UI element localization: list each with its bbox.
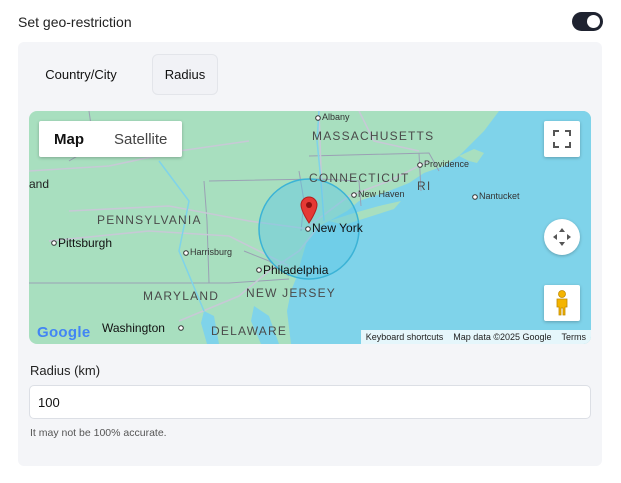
- map-attribution: Keyboard shortcuts Map data ©2025 Google…: [360, 330, 592, 344]
- map-label-harrisburg: Harrisburg: [190, 247, 233, 257]
- geo-restriction-screen: Set geo-restriction Country/City Radius: [0, 0, 621, 483]
- map-data-text: Map data ©2025 Google: [453, 332, 552, 342]
- map-label-new-haven: New Haven: [358, 189, 405, 199]
- map-label-delaware: DELAWARE: [211, 324, 288, 338]
- geo-restriction-toggle[interactable]: [572, 12, 603, 31]
- street-view-pegman-icon: [556, 290, 568, 316]
- tab-country-city[interactable]: Country/City: [28, 54, 134, 95]
- map-label-new-york: New York: [312, 221, 363, 235]
- google-logo-text: Google: [37, 324, 91, 341]
- map-view[interactable]: Albany MASSACHUSETTS Providence CONNECTI…: [29, 111, 591, 344]
- radius-input[interactable]: [29, 385, 591, 419]
- camera-control-icon: [553, 228, 571, 246]
- map-label-washington: Washington: [102, 321, 165, 335]
- map-type-satellite-button[interactable]: Satellite: [99, 121, 182, 157]
- map-label-pittsburgh: Pittsburgh: [58, 236, 113, 250]
- fullscreen-button[interactable]: [544, 121, 580, 157]
- tab-radius[interactable]: Radius: [152, 54, 218, 95]
- street-view-button[interactable]: [544, 285, 580, 321]
- radius-label: Radius (km): [30, 363, 101, 378]
- fullscreen-icon: [553, 130, 571, 148]
- location-marker-icon[interactable]: [300, 196, 318, 224]
- map-type-control: Map Satellite: [39, 121, 183, 157]
- map-label-maryland: MARYLAND: [143, 289, 220, 303]
- google-logo: Google: [37, 324, 90, 341]
- radius-accuracy-hint: It may not be 100% accurate.: [30, 427, 167, 439]
- map-label-albany: Albany: [322, 112, 350, 122]
- geo-restriction-header: Set geo-restriction: [18, 10, 603, 34]
- map-label-new-jersey: NEW JERSEY: [246, 286, 337, 300]
- map-label-nantucket: Nantucket: [479, 191, 520, 201]
- terms-link[interactable]: Terms: [557, 332, 592, 342]
- map-label-land-fragment: and: [29, 177, 50, 191]
- map-label-pennsylvania: PENNSYLVANIA: [97, 213, 202, 227]
- geo-restriction-title: Set geo-restriction: [18, 14, 132, 30]
- toggle-knob: [587, 15, 600, 28]
- keyboard-shortcuts-link[interactable]: Keyboard shortcuts: [361, 332, 449, 342]
- geo-restriction-panel: Country/City Radius Albany MASSACHUSETTS…: [18, 42, 602, 466]
- map-type-map-button[interactable]: Map: [39, 121, 99, 157]
- camera-control-button[interactable]: [544, 219, 580, 255]
- map-label-philadelphia: Philadelphia: [263, 263, 329, 277]
- map-label-ri: RI: [417, 179, 432, 193]
- map-label-connecticut: CONNECTICUT: [309, 171, 410, 185]
- map-label-massachusetts: MASSACHUSETTS: [312, 129, 435, 143]
- map-label-providence: Providence: [424, 159, 470, 169]
